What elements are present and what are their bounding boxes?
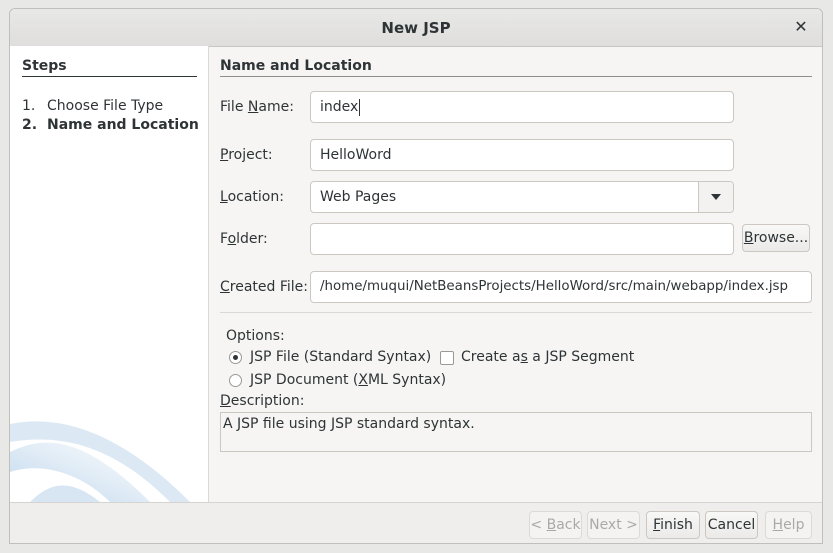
step-label: Name and Location: [47, 117, 199, 133]
created-file-label: Created File:: [220, 279, 309, 295]
created-file-field: /home/muqui/NetBeansProjects/HelloWord/s…: [310, 271, 812, 303]
back-button[interactable]: < Back: [529, 511, 582, 539]
jsp-document-label[interactable]: JSP Document (XML Syntax): [250, 372, 446, 388]
step-choose-file-type: 1. Choose File Type: [22, 98, 163, 114]
step-number: 1.: [22, 98, 36, 114]
chevron-down-icon[interactable]: [698, 182, 733, 212]
jsp-document-radio[interactable]: [229, 374, 242, 387]
folder-label: Folder:: [220, 231, 268, 247]
steps-panel: Steps 1. Choose File Type 2. Name and Loca…: [10, 46, 209, 502]
step-name-and-location: 2. Name and Location: [22, 117, 199, 133]
project-field: HelloWord: [310, 139, 734, 171]
folder-input[interactable]: [310, 223, 734, 255]
jsp-segment-label[interactable]: Create as a JSP Segment: [461, 349, 634, 365]
netbeans-swoosh-graphic: [10, 421, 190, 502]
description-label: Description:: [220, 393, 305, 409]
browse-button[interactable]: Browse...: [742, 224, 810, 252]
step-number: 2.: [22, 117, 38, 133]
location-select[interactable]: Web Pages: [310, 181, 734, 213]
new-jsp-dialog: New JSP ✕ Steps 1. Choose File Type 2. Nam…: [9, 8, 823, 544]
description-box: A JSP file using JSP standard syntax.: [220, 412, 812, 452]
steps-title: Steps: [22, 58, 197, 77]
jsp-file-radio[interactable]: [229, 351, 242, 364]
jsp-segment-checkbox[interactable]: [440, 351, 454, 365]
text-cursor: [359, 98, 361, 116]
close-icon[interactable]: ✕: [792, 18, 810, 36]
dialog-title: New JSP: [381, 18, 451, 37]
file-name-input[interactable]: index: [310, 91, 734, 123]
section-title: Name and Location: [220, 58, 812, 77]
next-button[interactable]: Next >: [587, 511, 640, 539]
title-bar: New JSP ✕: [10, 9, 822, 47]
finish-button[interactable]: Finish: [646, 511, 700, 539]
project-label: Project:: [220, 147, 273, 163]
location-label: Location:: [220, 189, 284, 205]
cancel-button[interactable]: Cancel: [705, 511, 758, 539]
options-label: Options:: [226, 328, 285, 344]
help-button[interactable]: Help: [765, 511, 812, 539]
button-bar: < Back Next > Finish Cancel Help: [10, 502, 822, 543]
step-label: Choose File Type: [47, 98, 164, 114]
jsp-file-label[interactable]: JSP File (Standard Syntax): [250, 349, 431, 365]
file-name-label: File Name:: [220, 99, 294, 115]
divider: [220, 312, 812, 313]
